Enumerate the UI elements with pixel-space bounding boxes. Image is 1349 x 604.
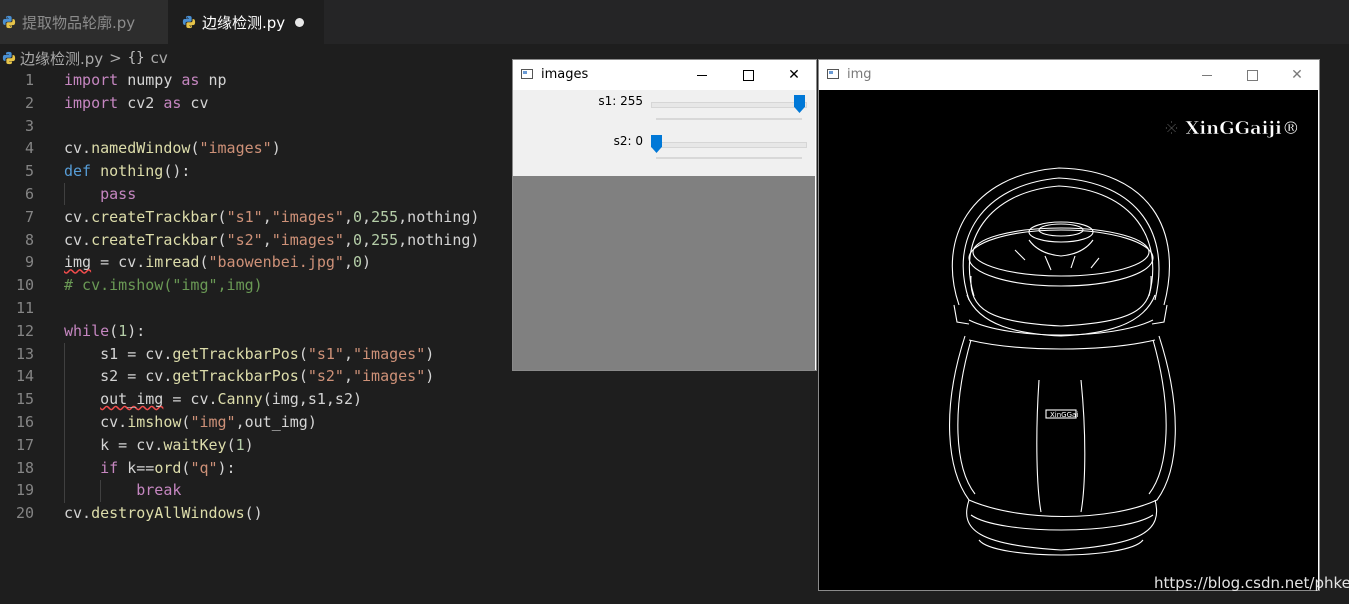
line-code: pass bbox=[100, 184, 137, 203]
line-number: 2 bbox=[24, 93, 34, 112]
tab-extract-contour[interactable]: 提取物品轮廓.py bbox=[0, 0, 168, 44]
trackbar-s2-label: s2: 0 bbox=[613, 134, 643, 148]
unsaved-dot-icon[interactable] bbox=[295, 17, 305, 27]
trackbar-s2-thumb[interactable] bbox=[651, 135, 662, 153]
line-number: 3 bbox=[24, 116, 34, 135]
window-app-icon bbox=[521, 69, 533, 79]
python-file-icon bbox=[2, 51, 16, 65]
line-number: 10 bbox=[15, 276, 34, 295]
line-code: cv.createTrackbar("s1","images",0,255,no… bbox=[64, 207, 480, 226]
img-titlebar[interactable]: img ✕ bbox=[819, 60, 1319, 90]
line-code: out_img = cv.Canny(img,s1,s2) bbox=[100, 390, 363, 409]
line-number: 1 bbox=[24, 71, 34, 89]
line-number: 13 bbox=[15, 344, 34, 363]
line-code: cv.createTrackbar("s2","images",0,255,no… bbox=[64, 230, 480, 249]
edge-drawing: ※ XinGGaiji® XinGGai bbox=[949, 118, 1300, 556]
python-file-icon bbox=[2, 15, 16, 29]
close-button[interactable]: ✕ bbox=[1274, 60, 1320, 90]
line-code: import numpy as np bbox=[64, 71, 227, 89]
line-number: 17 bbox=[15, 435, 34, 454]
canny-edge-image: ※ XinGGaiji® XinGGai bbox=[819, 90, 1318, 590]
line-code: k = cv.waitKey(1) bbox=[64, 435, 254, 454]
window-title: images bbox=[541, 67, 589, 82]
trackbar-s1-underline bbox=[656, 118, 802, 120]
window-app-icon bbox=[827, 69, 839, 79]
module-symbol-icon: {} bbox=[127, 50, 145, 66]
minimize-button[interactable] bbox=[1184, 60, 1230, 90]
line-code: def nothing(): bbox=[64, 162, 191, 181]
cup-label-text: XinGGai bbox=[1050, 411, 1078, 419]
images-window-canvas bbox=[513, 176, 815, 370]
line-number: 14 bbox=[15, 367, 34, 386]
chevron-right-icon: > bbox=[109, 49, 122, 67]
line-number: 7 bbox=[24, 207, 34, 226]
line-number: 4 bbox=[24, 139, 34, 158]
line-number: 11 bbox=[15, 298, 34, 317]
maximize-button[interactable] bbox=[725, 60, 771, 90]
breadcrumb-symbol[interactable]: cv bbox=[151, 49, 168, 67]
python-file-icon bbox=[182, 15, 196, 29]
trackbar-s2-underline bbox=[656, 157, 802, 159]
images-titlebar[interactable]: images ✕ bbox=[513, 60, 816, 90]
line-number: 19 bbox=[15, 481, 34, 500]
trackbar-s1-thumb[interactable] bbox=[794, 95, 805, 113]
tab-label: 边缘检测.py bbox=[202, 13, 286, 32]
line-number: 20 bbox=[15, 504, 34, 523]
line-number: 6 bbox=[24, 184, 34, 203]
minimize-button[interactable] bbox=[679, 60, 725, 90]
trackbar-s1-track[interactable] bbox=[651, 102, 807, 108]
line-number: 9 bbox=[24, 253, 34, 272]
tab-edge-detection[interactable]: 边缘检测.py bbox=[168, 0, 324, 44]
window-title: img bbox=[847, 67, 872, 82]
line-number: 15 bbox=[15, 390, 34, 409]
line-code: img = cv.imread("baowenbei.jpg",0) bbox=[64, 253, 372, 272]
editor-tab-bar: 提取物品轮廓.py 边缘检测.py bbox=[0, 0, 1349, 44]
line-code: cv.destroyAllWindows() bbox=[64, 504, 263, 523]
logo-text: ※ XinGGaiji® bbox=[1164, 118, 1300, 139]
breadcrumb-file[interactable]: 边缘检测.py bbox=[20, 48, 103, 69]
line-code: if k==ord("q"): bbox=[100, 458, 236, 477]
line-code: # cv.imshow("img",img) bbox=[64, 276, 263, 295]
line-number: 16 bbox=[15, 412, 34, 431]
line-code: s2 = cv.getTrackbarPos("s2","images") bbox=[64, 367, 435, 386]
line-code: break bbox=[136, 481, 182, 500]
line-number: 5 bbox=[24, 162, 34, 181]
images-window: images ✕ s1: 255 s2: 0 bbox=[512, 59, 817, 371]
img-window: img ✕ ※ XinGGaiji® XinGGai bbox=[818, 59, 1320, 591]
cup-outline bbox=[949, 167, 1176, 556]
line-code: s1 = cv.getTrackbarPos("s1","images") bbox=[64, 344, 435, 363]
watermark-text: https://blog.csdn.net/phker bbox=[1154, 574, 1349, 592]
line-code: import cv2 as cv bbox=[64, 93, 209, 112]
line-number: 18 bbox=[15, 458, 34, 477]
trackbar-panel: s1: 255 s2: 0 bbox=[513, 90, 815, 176]
maximize-button[interactable] bbox=[1229, 60, 1275, 90]
line-code: while(1): bbox=[64, 321, 146, 340]
line-number: 8 bbox=[24, 230, 34, 249]
trackbar-s2-track[interactable] bbox=[651, 142, 807, 148]
close-button[interactable]: ✕ bbox=[771, 60, 817, 90]
trackbar-s1-label: s1: 255 bbox=[598, 94, 643, 108]
line-number: 12 bbox=[15, 321, 34, 340]
line-code: cv.imshow("img",out_img) bbox=[64, 412, 317, 431]
breadcrumb: 边缘检测.py > {} cv bbox=[0, 46, 168, 70]
tab-label: 提取物品轮廓.py bbox=[22, 13, 136, 32]
line-code: cv.namedWindow("images") bbox=[64, 139, 281, 158]
